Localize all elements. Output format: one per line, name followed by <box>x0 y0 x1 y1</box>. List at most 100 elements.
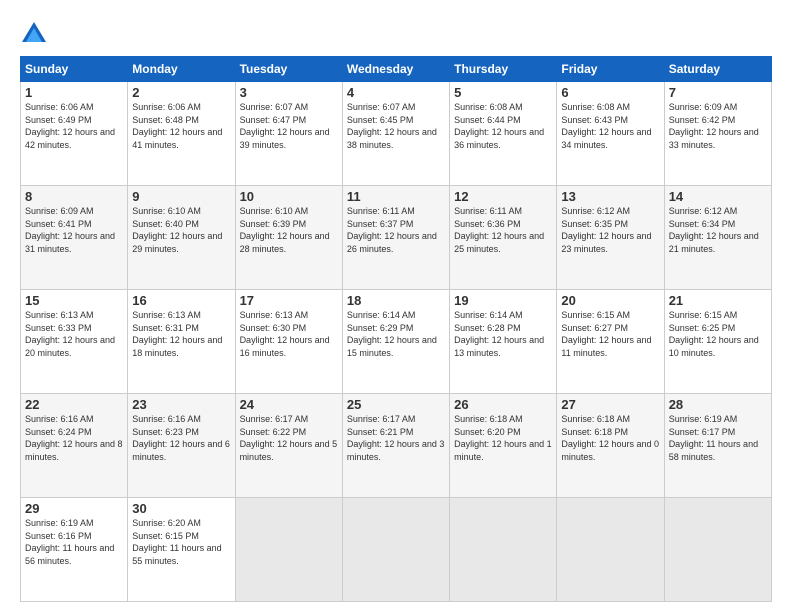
calendar-day-cell: 10 Sunrise: 6:10 AMSunset: 6:39 PMDaylig… <box>235 186 342 290</box>
day-number: 8 <box>25 189 123 204</box>
calendar-table: SundayMondayTuesdayWednesdayThursdayFrid… <box>20 56 772 602</box>
day-info: Sunrise: 6:11 AMSunset: 6:37 PMDaylight:… <box>347 206 437 254</box>
day-number: 17 <box>240 293 338 308</box>
day-number: 7 <box>669 85 767 100</box>
day-info: Sunrise: 6:14 AMSunset: 6:28 PMDaylight:… <box>454 310 544 358</box>
day-number: 23 <box>132 397 230 412</box>
day-info: Sunrise: 6:08 AMSunset: 6:43 PMDaylight:… <box>561 102 651 150</box>
day-info: Sunrise: 6:09 AMSunset: 6:42 PMDaylight:… <box>669 102 759 150</box>
calendar-day-cell: 17 Sunrise: 6:13 AMSunset: 6:30 PMDaylig… <box>235 290 342 394</box>
day-info: Sunrise: 6:16 AMSunset: 6:24 PMDaylight:… <box>25 414 123 462</box>
day-number: 20 <box>561 293 659 308</box>
calendar-day-cell: 14 Sunrise: 6:12 AMSunset: 6:34 PMDaylig… <box>664 186 771 290</box>
day-info: Sunrise: 6:16 AMSunset: 6:23 PMDaylight:… <box>132 414 230 462</box>
calendar-week-row: 8 Sunrise: 6:09 AMSunset: 6:41 PMDayligh… <box>21 186 772 290</box>
calendar-day-cell: 13 Sunrise: 6:12 AMSunset: 6:35 PMDaylig… <box>557 186 664 290</box>
day-info: Sunrise: 6:18 AMSunset: 6:18 PMDaylight:… <box>561 414 659 462</box>
day-info: Sunrise: 6:10 AMSunset: 6:39 PMDaylight:… <box>240 206 330 254</box>
day-number: 24 <box>240 397 338 412</box>
day-info: Sunrise: 6:18 AMSunset: 6:20 PMDaylight:… <box>454 414 552 462</box>
calendar-day-cell: 25 Sunrise: 6:17 AMSunset: 6:21 PMDaylig… <box>342 394 449 498</box>
col-header-tuesday: Tuesday <box>235 57 342 82</box>
day-info: Sunrise: 6:15 AMSunset: 6:27 PMDaylight:… <box>561 310 651 358</box>
calendar-day-cell: 8 Sunrise: 6:09 AMSunset: 6:41 PMDayligh… <box>21 186 128 290</box>
header <box>20 16 772 48</box>
day-info: Sunrise: 6:19 AMSunset: 6:16 PMDaylight:… <box>25 518 114 566</box>
day-number: 12 <box>454 189 552 204</box>
calendar-day-cell: 1 Sunrise: 6:06 AMSunset: 6:49 PMDayligh… <box>21 82 128 186</box>
day-info: Sunrise: 6:06 AMSunset: 6:48 PMDaylight:… <box>132 102 222 150</box>
calendar-day-cell: 29 Sunrise: 6:19 AMSunset: 6:16 PMDaylig… <box>21 498 128 602</box>
calendar-day-cell <box>342 498 449 602</box>
calendar-day-cell <box>664 498 771 602</box>
day-number: 18 <box>347 293 445 308</box>
day-info: Sunrise: 6:19 AMSunset: 6:17 PMDaylight:… <box>669 414 758 462</box>
day-number: 25 <box>347 397 445 412</box>
col-header-monday: Monday <box>128 57 235 82</box>
calendar-day-cell: 3 Sunrise: 6:07 AMSunset: 6:47 PMDayligh… <box>235 82 342 186</box>
day-number: 26 <box>454 397 552 412</box>
col-header-sunday: Sunday <box>21 57 128 82</box>
day-number: 29 <box>25 501 123 516</box>
calendar-day-cell: 26 Sunrise: 6:18 AMSunset: 6:20 PMDaylig… <box>450 394 557 498</box>
calendar-day-cell: 16 Sunrise: 6:13 AMSunset: 6:31 PMDaylig… <box>128 290 235 394</box>
day-number: 19 <box>454 293 552 308</box>
day-number: 13 <box>561 189 659 204</box>
day-number: 3 <box>240 85 338 100</box>
day-info: Sunrise: 6:06 AMSunset: 6:49 PMDaylight:… <box>25 102 115 150</box>
calendar-day-cell: 2 Sunrise: 6:06 AMSunset: 6:48 PMDayligh… <box>128 82 235 186</box>
calendar-day-cell: 6 Sunrise: 6:08 AMSunset: 6:43 PMDayligh… <box>557 82 664 186</box>
day-info: Sunrise: 6:12 AMSunset: 6:35 PMDaylight:… <box>561 206 651 254</box>
day-number: 21 <box>669 293 767 308</box>
calendar-day-cell: 5 Sunrise: 6:08 AMSunset: 6:44 PMDayligh… <box>450 82 557 186</box>
day-info: Sunrise: 6:17 AMSunset: 6:21 PMDaylight:… <box>347 414 445 462</box>
day-number: 6 <box>561 85 659 100</box>
col-header-friday: Friday <box>557 57 664 82</box>
calendar-day-cell <box>450 498 557 602</box>
page: SundayMondayTuesdayWednesdayThursdayFrid… <box>0 0 792 612</box>
calendar-day-cell: 21 Sunrise: 6:15 AMSunset: 6:25 PMDaylig… <box>664 290 771 394</box>
calendar-day-cell: 12 Sunrise: 6:11 AMSunset: 6:36 PMDaylig… <box>450 186 557 290</box>
calendar-week-row: 22 Sunrise: 6:16 AMSunset: 6:24 PMDaylig… <box>21 394 772 498</box>
day-number: 5 <box>454 85 552 100</box>
day-number: 2 <box>132 85 230 100</box>
day-number: 4 <box>347 85 445 100</box>
calendar-day-cell: 22 Sunrise: 6:16 AMSunset: 6:24 PMDaylig… <box>21 394 128 498</box>
day-number: 15 <box>25 293 123 308</box>
calendar-day-cell: 19 Sunrise: 6:14 AMSunset: 6:28 PMDaylig… <box>450 290 557 394</box>
day-number: 27 <box>561 397 659 412</box>
day-info: Sunrise: 6:14 AMSunset: 6:29 PMDaylight:… <box>347 310 437 358</box>
calendar-day-cell: 7 Sunrise: 6:09 AMSunset: 6:42 PMDayligh… <box>664 82 771 186</box>
calendar-day-cell: 24 Sunrise: 6:17 AMSunset: 6:22 PMDaylig… <box>235 394 342 498</box>
calendar-day-cell: 23 Sunrise: 6:16 AMSunset: 6:23 PMDaylig… <box>128 394 235 498</box>
day-number: 30 <box>132 501 230 516</box>
col-header-wednesday: Wednesday <box>342 57 449 82</box>
logo <box>20 20 50 48</box>
calendar-day-cell: 28 Sunrise: 6:19 AMSunset: 6:17 PMDaylig… <box>664 394 771 498</box>
day-info: Sunrise: 6:15 AMSunset: 6:25 PMDaylight:… <box>669 310 759 358</box>
day-info: Sunrise: 6:11 AMSunset: 6:36 PMDaylight:… <box>454 206 544 254</box>
calendar-day-cell: 30 Sunrise: 6:20 AMSunset: 6:15 PMDaylig… <box>128 498 235 602</box>
day-number: 1 <box>25 85 123 100</box>
day-info: Sunrise: 6:09 AMSunset: 6:41 PMDaylight:… <box>25 206 115 254</box>
day-number: 11 <box>347 189 445 204</box>
col-header-saturday: Saturday <box>664 57 771 82</box>
day-info: Sunrise: 6:20 AMSunset: 6:15 PMDaylight:… <box>132 518 221 566</box>
col-header-thursday: Thursday <box>450 57 557 82</box>
day-info: Sunrise: 6:13 AMSunset: 6:30 PMDaylight:… <box>240 310 330 358</box>
calendar-day-cell <box>557 498 664 602</box>
day-info: Sunrise: 6:10 AMSunset: 6:40 PMDaylight:… <box>132 206 222 254</box>
day-number: 28 <box>669 397 767 412</box>
day-info: Sunrise: 6:13 AMSunset: 6:31 PMDaylight:… <box>132 310 222 358</box>
day-info: Sunrise: 6:07 AMSunset: 6:45 PMDaylight:… <box>347 102 437 150</box>
calendar-header-row: SundayMondayTuesdayWednesdayThursdayFrid… <box>21 57 772 82</box>
day-number: 10 <box>240 189 338 204</box>
calendar-week-row: 1 Sunrise: 6:06 AMSunset: 6:49 PMDayligh… <box>21 82 772 186</box>
calendar-day-cell: 18 Sunrise: 6:14 AMSunset: 6:29 PMDaylig… <box>342 290 449 394</box>
calendar-day-cell: 9 Sunrise: 6:10 AMSunset: 6:40 PMDayligh… <box>128 186 235 290</box>
calendar-day-cell: 11 Sunrise: 6:11 AMSunset: 6:37 PMDaylig… <box>342 186 449 290</box>
calendar-week-row: 15 Sunrise: 6:13 AMSunset: 6:33 PMDaylig… <box>21 290 772 394</box>
calendar-day-cell <box>235 498 342 602</box>
day-info: Sunrise: 6:17 AMSunset: 6:22 PMDaylight:… <box>240 414 338 462</box>
day-info: Sunrise: 6:12 AMSunset: 6:34 PMDaylight:… <box>669 206 759 254</box>
